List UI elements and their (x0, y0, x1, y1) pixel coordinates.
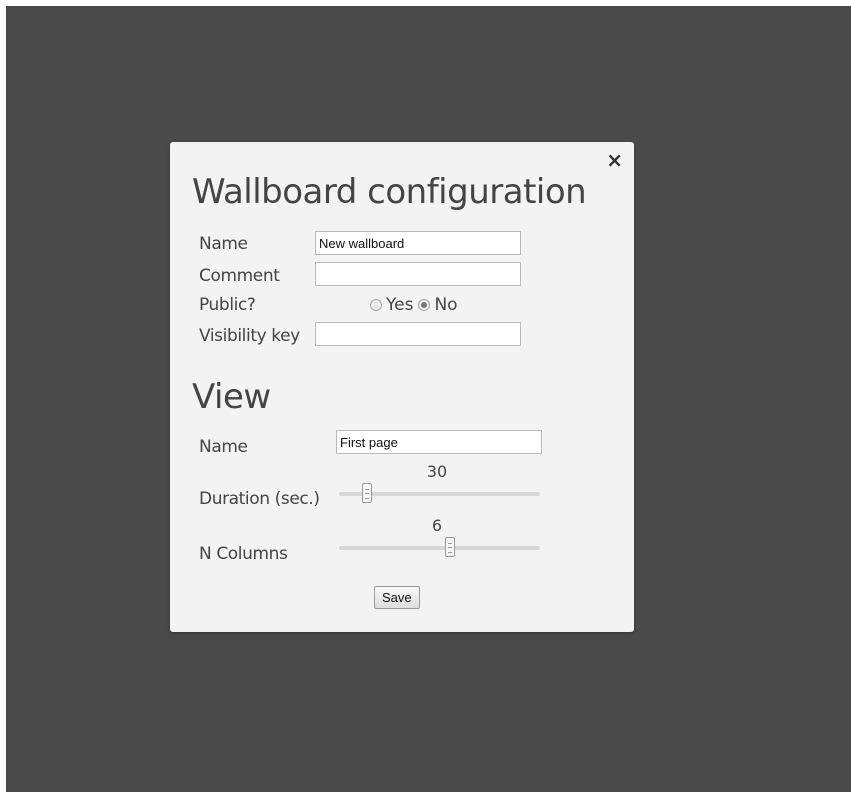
visibility-key-label: Visibility key (199, 326, 300, 346)
view-section-title: View (192, 377, 271, 417)
close-icon[interactable]: × (606, 150, 623, 170)
columns-slider[interactable] (339, 537, 540, 557)
dialog-title: Wallboard configuration (192, 172, 587, 212)
grip-icon (365, 489, 370, 499)
comment-label: Comment (199, 266, 280, 286)
grip-icon (447, 543, 452, 553)
public-yes-radio[interactable] (370, 299, 382, 311)
view-name-input[interactable] (336, 430, 542, 454)
public-no-radio[interactable] (418, 299, 431, 311)
public-yes-label[interactable]: Yes (386, 295, 413, 315)
duration-slider-handle[interactable] (362, 483, 373, 503)
comment-input[interactable] (315, 262, 521, 286)
duration-value: 30 (426, 462, 448, 481)
columns-label: N Columns (199, 544, 288, 564)
columns-slider-handle[interactable] (444, 537, 455, 557)
save-button[interactable]: Save (374, 586, 420, 609)
name-input[interactable] (315, 231, 521, 255)
visibility-key-input[interactable] (315, 322, 521, 346)
public-radio-group: Yes No (370, 295, 463, 315)
view-name-label: Name (199, 437, 248, 457)
wallboard-config-dialog: × Wallboard configuration Name Comment P… (170, 142, 634, 632)
public-no-label[interactable]: No (434, 295, 457, 315)
columns-value: 6 (431, 516, 443, 535)
duration-label: Duration (sec.) (199, 489, 320, 509)
public-label: Public? (199, 295, 256, 315)
duration-slider[interactable] (339, 483, 540, 503)
name-label: Name (199, 234, 248, 254)
